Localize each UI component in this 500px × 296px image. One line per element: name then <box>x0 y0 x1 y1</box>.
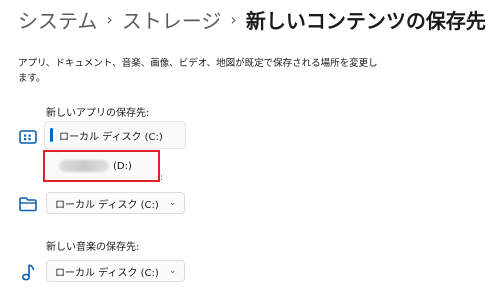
chevron-down-icon: ⌄ <box>168 198 177 208</box>
page-description: アプリ、ドキュメント、音楽、画像、ビデオ、地図が既定で保存される場所を変更します… <box>18 58 378 84</box>
chevron-down-icon: ⌄ <box>168 266 177 276</box>
music-note-icon <box>22 264 35 281</box>
music-location-dropdown[interactable]: ローカル ディスク (C:) ⌄ <box>46 260 186 282</box>
dropdown-value: ローカル ディスク (C:) <box>55 199 159 211</box>
folder-icon <box>19 197 37 212</box>
label-colon-fragment: : <box>160 173 164 183</box>
apps-icon <box>19 130 37 144</box>
breadcrumb-separator: › <box>106 9 113 29</box>
apps-save-location-label: 新しいアプリの保存先: <box>46 108 150 119</box>
option-label: (D:) <box>113 160 132 172</box>
breadcrumb: システム › ストレージ › 新しいコンテンツの保存先 <box>18 4 486 34</box>
breadcrumb-item-system[interactable]: システム <box>18 5 97 34</box>
breadcrumb-item-storage[interactable]: ストレージ <box>122 5 222 34</box>
option-label: ローカル ディスク (C:) <box>59 131 163 143</box>
apps-option-local-disk-c[interactable]: ローカル ディスク (C:) <box>44 121 186 149</box>
documents-location-dropdown[interactable]: ローカル ディスク (C:) ⌄ <box>46 192 186 214</box>
dropdown-value: ローカル ディスク (C:) <box>55 267 159 279</box>
selected-indicator <box>50 128 53 142</box>
redacted-drive-name <box>59 160 109 172</box>
settings-page: システム › ストレージ › 新しいコンテンツの保存先 アプリ、ドキュメント、音… <box>0 0 500 296</box>
page-title: 新しいコンテンツの保存先 <box>245 8 486 33</box>
breadcrumb-separator: › <box>230 9 237 29</box>
apps-option-d-drive[interactable]: (D:) <box>43 150 160 182</box>
music-save-location-label: 新しい音楽の保存先: <box>46 242 140 253</box>
